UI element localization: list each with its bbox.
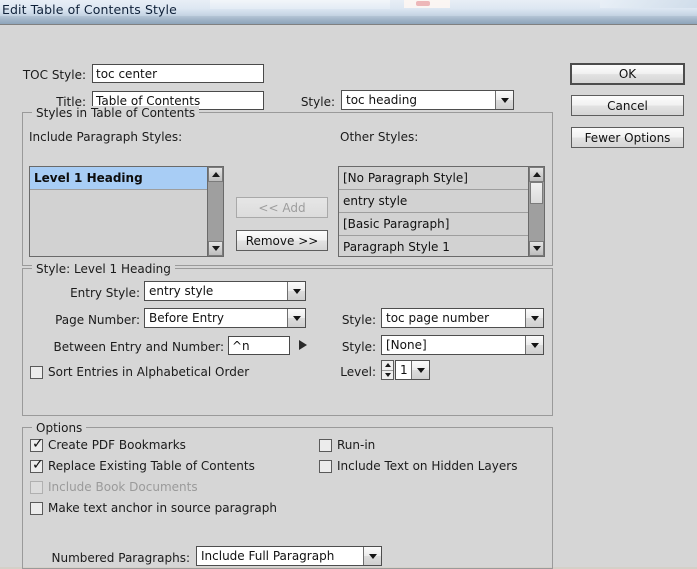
include-paragraph-styles-listbox[interactable]: Level 1 Heading	[29, 166, 224, 257]
remove-button[interactable]: Remove >>	[236, 230, 328, 251]
between-entry-and-number-input[interactable]: ^n	[228, 336, 290, 355]
chevron-down-icon	[292, 288, 301, 294]
entry-style-dropdown[interactable]: entry style	[144, 281, 306, 301]
styles-in-toc-legend: Styles in Table of Contents	[32, 106, 200, 120]
include-styles-scrollbar[interactable]	[207, 167, 223, 256]
scroll-track[interactable]	[529, 182, 544, 241]
create-pdf-bookmarks-label: Create PDF Bookmarks	[48, 438, 186, 452]
style-level-legend: Style: Level 1 Heading	[32, 262, 175, 276]
other-styles-scrollbar[interactable]	[528, 167, 544, 256]
level-dropdown-value: 1	[396, 361, 411, 379]
triangle-up-icon	[211, 172, 220, 177]
numbered-paragraphs-label: Numbered Paragraphs:	[51, 551, 190, 565]
scroll-track[interactable]	[208, 182, 223, 241]
include-book-documents-checkbox	[30, 481, 43, 494]
page-number-dropdown-value: Before Entry	[145, 309, 287, 327]
numbered-paragraphs-dropdown[interactable]: Include Full Paragraph	[196, 546, 382, 566]
titlebar-glass-highlight-right	[600, 0, 697, 8]
numbered-paragraphs-dropdown-button[interactable]	[363, 547, 381, 565]
window-title: Edit Table of Contents Style	[2, 2, 177, 17]
entry-style-dropdown-button[interactable]	[287, 282, 305, 300]
create-pdf-bookmarks-checkbox[interactable]: ✓	[30, 436, 44, 452]
edit-toc-style-window: Edit Table of Contents Style TOC Style: …	[0, 0, 697, 569]
scroll-thumb[interactable]	[530, 182, 543, 204]
level-dropdown-button[interactable]	[411, 361, 429, 379]
list-item[interactable]: Level 1 Heading	[30, 167, 207, 190]
toc-style-input[interactable]: toc center	[92, 64, 264, 83]
checkmark-icon: ✓	[32, 457, 44, 473]
list-item[interactable]: entry style	[339, 190, 528, 213]
between-entry-and-number-label: Between Entry and Number:	[53, 340, 225, 354]
scroll-up-button[interactable]	[529, 167, 544, 182]
checkmark-icon: ✓	[32, 436, 44, 452]
other-styles-items: [No Paragraph Style] entry style [Basic …	[339, 167, 528, 256]
between-style-dropdown[interactable]: [None]	[381, 335, 544, 355]
triangle-down-icon	[384, 372, 391, 377]
run-in-checkbox[interactable]	[319, 439, 332, 452]
page-number-dropdown[interactable]: Before Entry	[144, 308, 306, 328]
titlebar-glass-accent	[416, 1, 430, 6]
triangle-up-icon	[532, 172, 541, 177]
chevron-down-icon	[368, 553, 377, 559]
options-legend: Options	[32, 421, 87, 435]
include-hidden-layers-label: Include Text on Hidden Layers	[337, 459, 518, 473]
include-paragraph-styles-label: Include Paragraph Styles:	[29, 130, 183, 144]
page-number-label: Page Number:	[55, 313, 140, 327]
add-button[interactable]: << Add	[236, 197, 328, 218]
chevron-down-icon	[416, 367, 425, 373]
between-style-label: Style:	[341, 340, 376, 354]
scroll-down-button[interactable]	[208, 241, 223, 256]
between-style-dropdown-value: [None]	[382, 336, 525, 354]
toc-style-label: TOC Style:	[22, 68, 86, 82]
chevron-down-icon	[530, 342, 539, 348]
level-spinner[interactable]	[381, 360, 394, 380]
cancel-button[interactable]: Cancel	[571, 95, 684, 116]
titlebar-glass-highlight-left	[210, 0, 390, 9]
scroll-up-button[interactable]	[208, 167, 223, 182]
page-number-style-label: Style:	[341, 313, 376, 327]
entry-style-label: Entry Style:	[70, 286, 140, 300]
triangle-down-icon	[211, 246, 220, 251]
include-paragraph-styles-items: Level 1 Heading	[30, 167, 207, 256]
ok-button[interactable]: OK	[570, 63, 685, 85]
level-label: Level:	[340, 365, 376, 379]
include-hidden-layers-checkbox[interactable]	[319, 460, 332, 473]
level-dropdown[interactable]: 1	[395, 360, 430, 380]
triangle-down-icon	[532, 246, 541, 251]
run-in-label: Run-in	[337, 438, 376, 452]
chevron-down-icon	[500, 97, 509, 103]
replace-existing-toc-label: Replace Existing Table of Contents	[48, 459, 255, 473]
window-titlebar[interactable]: Edit Table of Contents Style	[0, 0, 697, 24]
scroll-down-button[interactable]	[529, 241, 544, 256]
chevron-down-icon	[530, 315, 539, 321]
titlebar-shadow-band	[0, 16, 697, 24]
level-spinner-down[interactable]	[382, 371, 393, 380]
title-style-dropdown-button[interactable]	[495, 91, 513, 109]
other-styles-label: Other Styles:	[340, 130, 419, 144]
replace-existing-toc-checkbox[interactable]: ✓	[30, 457, 44, 473]
level-spinner-up[interactable]	[382, 361, 393, 371]
dialog-body: TOC Style: toc center Title: Table of Co…	[0, 24, 697, 569]
make-text-anchor-label: Make text anchor in source paragraph	[48, 501, 277, 515]
title-style-dropdown-value: toc heading	[342, 91, 495, 109]
page-number-style-dropdown[interactable]: toc page number	[381, 308, 544, 328]
between-style-dropdown-button[interactable]	[525, 336, 543, 354]
sort-entries-label: Sort Entries in Alphabetical Order	[48, 365, 250, 379]
include-book-documents-label: Include Book Documents	[48, 480, 198, 494]
triangle-up-icon	[384, 363, 391, 368]
sort-entries-checkbox[interactable]	[30, 366, 43, 379]
page-number-style-dropdown-value: toc page number	[382, 309, 525, 327]
fewer-options-button[interactable]: Fewer Options	[571, 127, 684, 148]
title-style-label: Style:	[300, 95, 335, 109]
make-text-anchor-checkbox[interactable]	[30, 502, 43, 515]
list-item[interactable]: [Basic Paragraph]	[339, 213, 528, 236]
other-styles-listbox[interactable]: [No Paragraph Style] entry style [Basic …	[338, 166, 545, 257]
page-number-style-dropdown-button[interactable]	[525, 309, 543, 327]
title-style-dropdown[interactable]: toc heading	[341, 90, 514, 110]
list-item[interactable]: [No Paragraph Style]	[339, 167, 528, 190]
entry-style-dropdown-value: entry style	[145, 282, 287, 300]
numbered-paragraphs-dropdown-value: Include Full Paragraph	[197, 547, 363, 565]
list-item[interactable]: Paragraph Style 1	[339, 236, 528, 256]
